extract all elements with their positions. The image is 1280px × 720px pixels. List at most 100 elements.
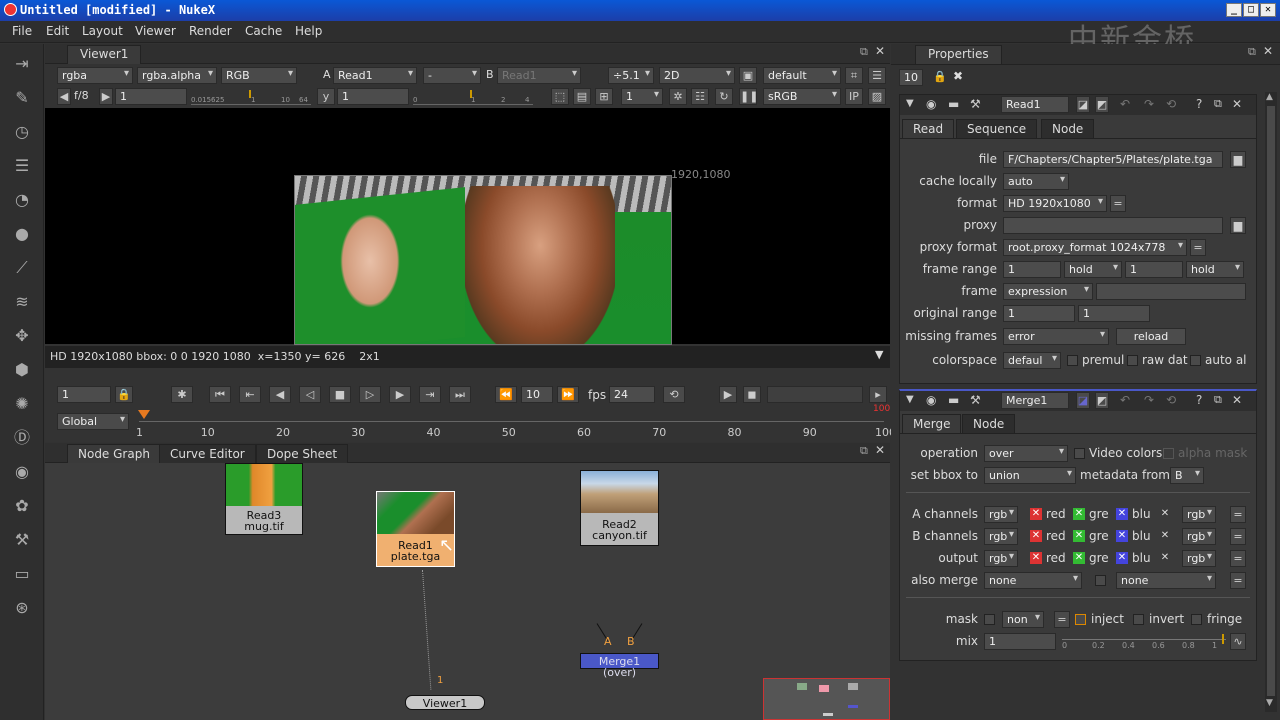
undo-icon[interactable]: ↶ <box>1120 97 1130 111</box>
fstop-prev-icon[interactable]: ◀ <box>57 88 71 105</box>
alpha-channel-dropdown[interactable]: rgba.alpha <box>137 67 217 84</box>
mask-checkbox[interactable] <box>984 614 995 625</box>
lock-range-icon[interactable]: 🔒 <box>115 386 133 403</box>
input-b-dropdown[interactable]: Read1 <box>497 67 581 84</box>
redo-icon[interactable]: ↷ <box>1144 97 1154 111</box>
frame-start-field[interactable]: 1 <box>1003 261 1061 278</box>
image-tool-icon[interactable]: ⇥ <box>10 53 34 75</box>
metadata-from-dropdown[interactable]: B <box>1170 467 1204 484</box>
video-colors-checkbox[interactable] <box>1074 448 1085 459</box>
output-link-icon[interactable]: = <box>1230 550 1246 567</box>
a-alpha-checkbox[interactable]: ✕ <box>1159 508 1171 520</box>
float-icon[interactable]: ⧉ <box>1214 97 1222 111</box>
input-process-dropdown[interactable]: default <box>763 67 841 84</box>
minimize-button[interactable]: _ <box>1226 3 1242 17</box>
proxy-mode-icon[interactable]: ⊞ <box>595 88 613 105</box>
reload-button[interactable]: reload <box>1116 328 1186 345</box>
node-name-field[interactable]: Merge1 <box>1001 392 1069 409</box>
frame-mode-dropdown[interactable]: expression <box>1003 283 1093 300</box>
color-tool-icon[interactable]: ◔ <box>10 189 34 211</box>
also-merge-link-icon[interactable]: = <box>1230 572 1246 589</box>
next-frame-icon[interactable]: ▶ <box>389 386 411 403</box>
mix-handle[interactable] <box>1222 634 1224 644</box>
scroll-up-icon[interactable]: ▲ <box>1266 92 1273 102</box>
out-alpha-dropdown[interactable]: rgb <box>1182 550 1216 567</box>
missing-frames-dropdown[interactable]: error <box>1003 328 1109 345</box>
tab-viewer1[interactable]: Viewer1 <box>67 45 142 64</box>
prev-keyframe-icon[interactable]: ⇤ <box>239 386 261 403</box>
skip-forward-icon[interactable]: ⏩ <box>557 386 579 403</box>
node-color-icon[interactable]: ◉ <box>926 97 936 111</box>
close-button[interactable]: ✕ <box>1260 3 1276 17</box>
viewer-canvas[interactable]: 1920,1080 <box>45 108 890 345</box>
scroll-thumb[interactable] <box>1267 106 1275 696</box>
close-panel-icon[interactable]: ✕ <box>875 443 885 457</box>
scroll-down-icon[interactable]: ▼ <box>1266 698 1273 708</box>
format-dropdown[interactable]: HD 1920x1080 <box>1003 195 1107 212</box>
pause-icon[interactable]: ❚❚ <box>739 88 758 105</box>
read2-node[interactable]: Read2 canyon.tif <box>580 470 659 546</box>
gain-field[interactable]: 1 <box>115 88 187 105</box>
menu-viewer[interactable]: Viewer <box>135 24 176 38</box>
last-frame-icon[interactable]: ⏭ <box>449 386 471 403</box>
status-toggle-icon[interactable]: ▼ <box>875 348 883 361</box>
overlay-icon[interactable]: ▤ <box>573 88 591 105</box>
tab-dope-sheet[interactable]: Dope Sheet <box>256 444 349 463</box>
format-edit-icon[interactable]: = <box>1110 195 1126 212</box>
channels-dropdown[interactable]: rgba <box>57 67 133 84</box>
skip-back-icon[interactable]: ⏪ <box>495 386 517 403</box>
camera-icon[interactable]: ▣ <box>739 67 757 84</box>
flipbook-icon[interactable]: ▶ <box>719 386 737 403</box>
cache-locally-dropdown[interactable]: auto <box>1003 173 1069 190</box>
metadata-tool-icon[interactable]: ✿ <box>10 495 34 517</box>
out-blue-checkbox[interactable]: ✕ <box>1116 552 1128 564</box>
proxy-scale-dropdown[interactable]: 1 <box>621 88 663 105</box>
mask-channel-dropdown[interactable]: non <box>1002 611 1044 628</box>
wrench-icon[interactable]: ⚒ <box>970 393 981 407</box>
toolsets-tool-icon[interactable]: ⚒ <box>10 529 34 551</box>
current-frame-field[interactable]: 1 <box>57 386 111 403</box>
views-tool-icon[interactable]: ◉ <box>10 461 34 483</box>
prev-frame-icon[interactable]: ◀ <box>269 386 291 403</box>
tab-node[interactable]: Node <box>962 414 1016 433</box>
b-green-checkbox[interactable]: ✕ <box>1073 530 1085 542</box>
skip-frames-field[interactable]: 10 <box>521 386 553 403</box>
pause-update-icon[interactable]: ☷ <box>691 88 709 105</box>
also-merge-dropdown-2[interactable]: none <box>1116 572 1216 589</box>
help-icon[interactable]: ? <box>1196 97 1202 111</box>
b-alpha-dropdown[interactable]: rgb <box>1182 528 1216 545</box>
original-start-field[interactable]: 1 <box>1003 305 1075 322</box>
also-merge-dropdown[interactable]: none <box>984 572 1082 589</box>
node-graph-minimap[interactable] <box>763 678 890 720</box>
tab-read[interactable]: Read <box>902 119 955 138</box>
capture-icon[interactable]: ◼ <box>743 386 761 403</box>
wrench-icon[interactable]: ⚒ <box>970 97 981 111</box>
a-channels-dropdown[interactable]: rgb <box>984 506 1018 523</box>
undo-icon[interactable]: ↶ <box>1120 393 1130 407</box>
before-dropdown[interactable]: hold <box>1064 261 1122 278</box>
mix-curve-icon[interactable]: ∿ <box>1230 633 1246 650</box>
furnace-tool-icon[interactable]: ⊛ <box>10 597 34 619</box>
menu-file[interactable]: File <box>12 24 32 38</box>
proxy-format-dropdown[interactable]: root.proxy_format 1024x778 <box>1003 239 1187 256</box>
input-process-icon[interactable]: IP <box>845 88 863 105</box>
tile-color-icon[interactable]: ◪ <box>1076 96 1090 113</box>
inject-checkbox[interactable] <box>1075 614 1086 625</box>
particles-tool-icon[interactable]: ✺ <box>10 393 34 415</box>
menu-help[interactable]: Help <box>295 24 322 38</box>
b-channels-link-icon[interactable]: = <box>1230 528 1246 545</box>
after-dropdown[interactable]: hold <box>1186 261 1244 278</box>
fringe-checkbox[interactable] <box>1191 614 1202 625</box>
b-blue-checkbox[interactable]: ✕ <box>1116 530 1128 542</box>
proxy-path-field[interactable] <box>1003 217 1223 234</box>
menu-render[interactable]: Render <box>189 24 232 38</box>
menu-cache[interactable]: Cache <box>245 24 282 38</box>
play-backward-icon[interactable]: ◁ <box>299 386 321 403</box>
gamma-slider[interactable]: 0 1 2 4 <box>413 88 533 105</box>
viewer-toggle-icon[interactable]: ▬ <box>948 97 959 111</box>
node-color-icon[interactable]: ◉ <box>926 393 936 407</box>
proxy-format-edit-icon[interactable]: = <box>1190 239 1206 256</box>
deep-tool-icon[interactable]: Ⓓ <box>10 427 34 449</box>
colorspace-dropdown[interactable]: defaul <box>1003 352 1061 369</box>
next-keyframe-icon[interactable]: ⇥ <box>419 386 441 403</box>
